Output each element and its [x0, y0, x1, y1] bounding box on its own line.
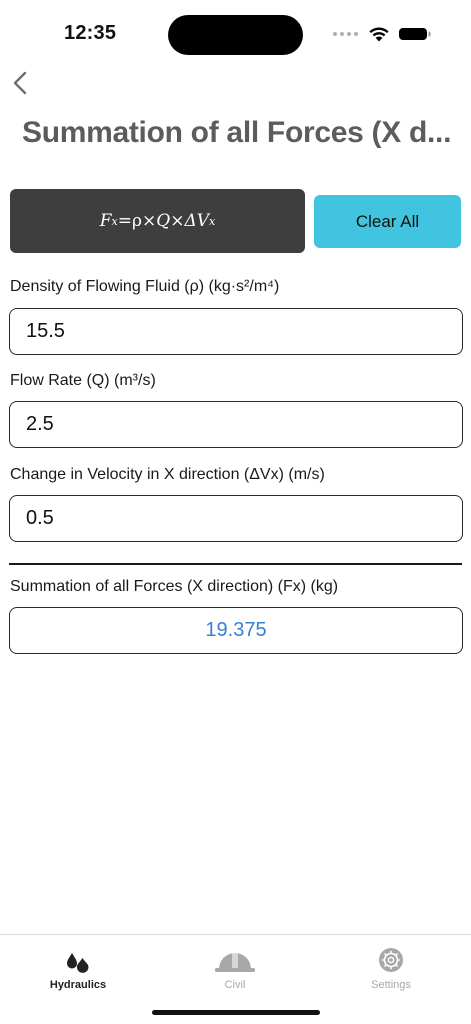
calculator-screen: 12:35 Summation of all Forces (X d... Fx… — [0, 0, 471, 1024]
tab-hydraulics-label: Hydraulics — [49, 979, 107, 991]
gear-icon — [379, 948, 403, 972]
tab-hydraulics[interactable]: Hydraulics — [18, 943, 138, 991]
formula-display: Fx = ρ × Q × ΔV x — [10, 189, 305, 253]
signal-dots-icon — [333, 32, 358, 36]
tab-civil-label: Civil — [224, 979, 246, 991]
tab-settings[interactable]: Settings — [331, 943, 451, 991]
wifi-icon — [369, 27, 389, 42]
water-drops-icon — [67, 953, 89, 973]
status-time: 12:35 — [64, 22, 117, 44]
velocity-change-input[interactable]: 0.5 — [9, 495, 463, 542]
formula-delta-v-sub: x — [209, 214, 216, 228]
result-output: 19.375 — [9, 607, 463, 654]
flow-rate-label: Flow Rate (Q) (m³/s) — [10, 372, 156, 389]
flow-rate-input[interactable]: 2.5 — [9, 401, 463, 448]
tab-civil[interactable]: Civil — [175, 943, 295, 991]
status-icons — [333, 22, 432, 46]
result-label: Summation of all Forces (X direction) (F… — [10, 578, 339, 595]
density-input[interactable]: 15.5 — [9, 308, 463, 355]
hard-hat-icon — [215, 952, 255, 972]
chevron-left-icon — [13, 71, 27, 95]
battery-icon — [399, 28, 431, 40]
dynamic-island — [168, 15, 303, 55]
page-title: Summation of all Forces (X d... — [22, 116, 452, 149]
formula-q: Q — [156, 211, 171, 231]
back-button[interactable] — [8, 68, 36, 98]
formula-lhs: F — [99, 211, 112, 231]
velocity-change-label: Change in Velocity in X direction (ΔVx) … — [10, 466, 325, 483]
formula-times-1: × — [142, 211, 157, 231]
tab-settings-label: Settings — [371, 979, 411, 991]
divider — [9, 563, 462, 565]
clear-all-button[interactable]: Clear All — [314, 195, 461, 248]
density-label: Density of Flowing Fluid (ρ) (kg·s²/m⁴) — [10, 278, 280, 295]
home-indicator — [152, 1010, 320, 1015]
formula-equals: = — [117, 211, 133, 231]
formula-times-2: × — [170, 211, 185, 231]
formula-delta-v: ΔV — [184, 211, 210, 231]
formula-rho: ρ — [132, 211, 143, 231]
